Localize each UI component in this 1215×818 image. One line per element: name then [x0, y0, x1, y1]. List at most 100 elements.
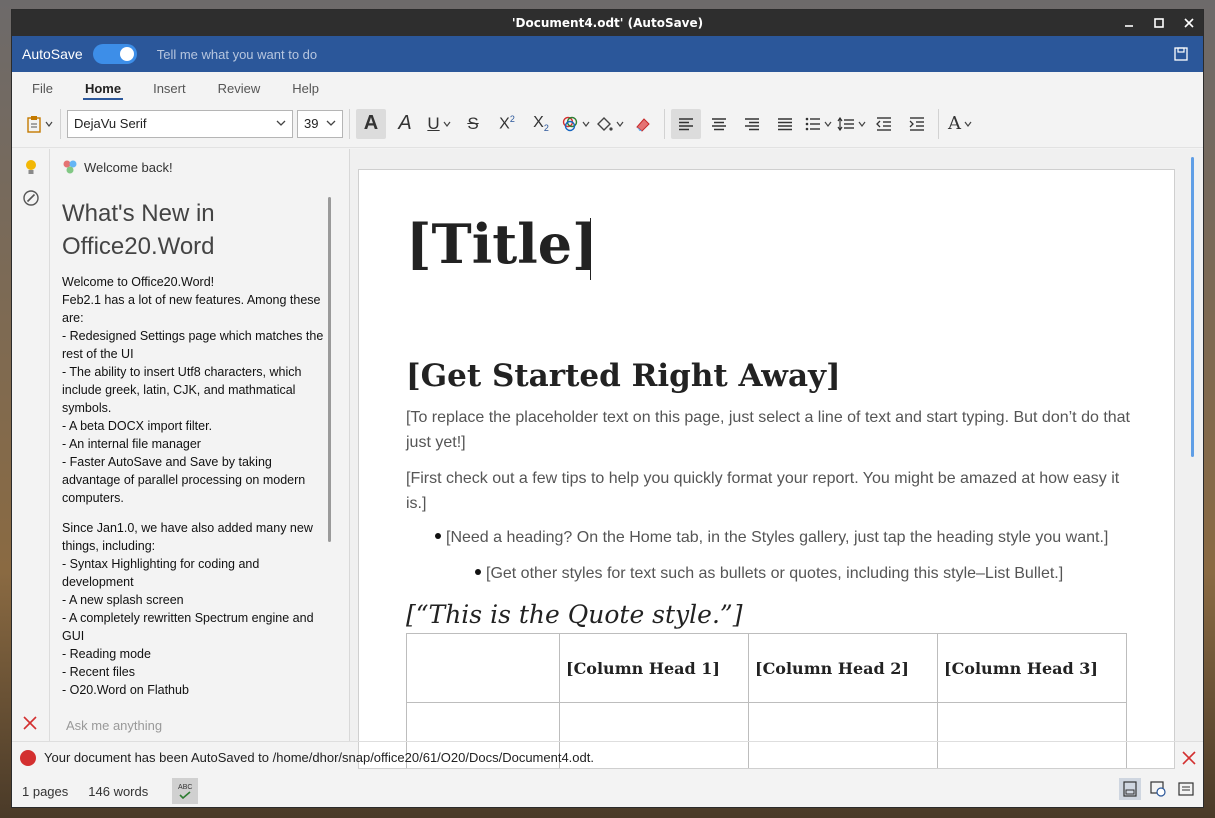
tab-insert[interactable]: Insert	[153, 81, 186, 100]
paste-button[interactable]	[24, 109, 54, 139]
panel-line: - A completely rewritten Spectrum engine…	[62, 611, 314, 643]
styles-button[interactable]: A	[945, 109, 975, 139]
table-cell[interactable]: [Column Head 1]	[559, 633, 749, 703]
line-spacing-button[interactable]	[836, 109, 866, 139]
doc-heading[interactable]: [Get Started Right Away]	[406, 358, 841, 394]
table-cell[interactable]: [Column Head 2]	[748, 633, 938, 703]
bold-button[interactable]: A	[356, 108, 386, 139]
subscript-button[interactable]: X2	[526, 109, 556, 139]
table-cell[interactable]: [Column Head 3]	[937, 633, 1127, 703]
read-mode-view-button[interactable]	[1175, 778, 1197, 800]
panel-content: What's New in Office20.Word Welcome to O…	[62, 197, 324, 697]
panel-line: - The ability to insert Utf8 characters,…	[62, 365, 302, 415]
doc-paragraph-1[interactable]: [To replace the placeholder text on this…	[406, 405, 1136, 455]
bullet-dot	[435, 532, 441, 539]
italic-button[interactable]: A	[390, 109, 420, 139]
window-title: 'Document4.odt' (AutoSave)	[511, 16, 704, 30]
checkmark-icon	[179, 790, 191, 799]
app-logo-icon	[20, 749, 36, 766]
eraser-icon	[636, 117, 650, 132]
minimize-icon[interactable]	[1121, 15, 1137, 31]
close-icon[interactable]	[1181, 15, 1197, 31]
font-size-select[interactable]: 39	[297, 109, 343, 138]
save-icon[interactable]	[1173, 46, 1189, 62]
bullet-list-button[interactable]	[803, 109, 833, 139]
doc-paragraph-2[interactable]: [First check out a few tips to help you …	[406, 466, 1136, 516]
bullet-list-icon	[805, 117, 820, 130]
doc-bullet-1[interactable]: [Need a heading? On the Home tab, in the…	[435, 529, 1108, 547]
spellcheck-button[interactable]: ABC	[172, 778, 199, 804]
doc-bullet-2[interactable]: [Get other styles for text such as bulle…	[475, 565, 1063, 583]
lightbulb-icon[interactable]	[22, 158, 40, 176]
clear-format-button[interactable]	[628, 109, 658, 139]
features-paragraph: Welcome to Office20.Word! Feb2.1 has a l…	[62, 273, 324, 507]
compass-icon[interactable]	[22, 189, 40, 207]
main-area: Welcome back! What's New in Office20.Wor…	[12, 149, 1203, 769]
document-scrollbar[interactable]	[1191, 157, 1194, 457]
app-window: 'Document4.odt' (AutoSave) AutoSave Tell…	[11, 9, 1204, 808]
justify-button[interactable]	[770, 109, 800, 139]
tab-home[interactable]: Home	[82, 81, 124, 100]
tab-file[interactable]: File	[32, 81, 53, 100]
table-row: [Column Head 1] [Column Head 2] [Column …	[406, 633, 1127, 703]
whats-new-panel: Welcome back! What's New in Office20.Wor…	[50, 149, 350, 741]
chevron-down-icon	[824, 121, 831, 127]
panel-line: Welcome to Office20.Word!	[62, 275, 215, 289]
autosave-label: AutoSave	[22, 46, 83, 62]
align-justify-icon	[778, 117, 792, 130]
read-mode-icon	[1178, 782, 1194, 796]
align-center-button[interactable]	[704, 109, 734, 139]
document-page[interactable]: [Title] [Get Started Right Away] [To rep…	[358, 169, 1175, 769]
panel-line: - Syntax Highlighting for coding and dev…	[62, 557, 260, 589]
close-panel-icon[interactable]	[22, 715, 38, 731]
panel-scrollbar[interactable]	[328, 197, 331, 542]
toolbar-divider	[938, 108, 939, 139]
chevron-down-icon	[616, 121, 623, 127]
web-layout-view-button[interactable]	[1147, 778, 1169, 800]
doc-quote[interactable]: [“This is the Quote style.”]	[406, 600, 742, 629]
window-controls	[1121, 10, 1197, 36]
toolbar-divider	[664, 108, 665, 139]
indent-icon	[909, 116, 924, 131]
title-bar: 'Document4.odt' (AutoSave)	[12, 10, 1203, 36]
web-layout-icon	[1150, 781, 1166, 797]
toolbar-divider	[349, 108, 350, 139]
tell-me-input[interactable]: Tell me what you want to do	[157, 47, 317, 62]
chevron-down-icon	[964, 121, 972, 127]
panel-title: What's New in Office20.Word	[62, 200, 215, 260]
ask-input[interactable]: Ask me anything	[66, 718, 162, 733]
tab-review[interactable]: Review	[218, 81, 261, 100]
notification-text: Your document has been AutoSaved to /hom…	[44, 750, 594, 765]
font-size-value: 39	[304, 116, 319, 131]
office-logo-icon	[63, 160, 77, 174]
text-color-button[interactable]	[560, 109, 590, 139]
autosave-notification: Your document has been AutoSaved to /hom…	[12, 741, 1203, 773]
panel-line: - A beta DOCX import filter.	[62, 419, 213, 433]
maximize-icon[interactable]	[1151, 15, 1167, 31]
print-layout-view-button[interactable]	[1119, 778, 1141, 800]
doc-title[interactable]: [Title]	[406, 212, 598, 276]
font-family-select[interactable]: DejaVu Serif	[67, 109, 293, 138]
autosave-toggle[interactable]	[92, 44, 137, 64]
toolbar-divider	[60, 108, 61, 139]
superscript-button[interactable]: X2	[492, 109, 522, 139]
highlight-button[interactable]	[594, 109, 624, 139]
strikethrough-icon: S	[467, 113, 479, 133]
underline-button[interactable]: U	[424, 109, 454, 139]
superscript-icon: X2	[499, 113, 515, 133]
panel-line: - Redesigned Settings page which matches…	[62, 329, 324, 361]
align-left-button[interactable]	[671, 108, 701, 139]
strikethrough-button[interactable]: S	[458, 109, 488, 139]
close-notification-icon[interactable]	[1181, 750, 1197, 766]
panel-line: - Faster AutoSave and Save by taking adv…	[62, 455, 306, 505]
decrease-indent-button[interactable]	[869, 109, 899, 139]
panel-line: Feb2.1 has a lot of new features. Among …	[62, 293, 321, 325]
table-cell[interactable]	[406, 633, 560, 703]
tab-help[interactable]: Help	[292, 81, 319, 100]
word-count: 146 words	[88, 783, 149, 799]
panel-line: Since Jan1.0, we have also added many ne…	[62, 521, 313, 553]
increase-indent-button[interactable]	[902, 109, 932, 139]
bullet-dot	[475, 568, 481, 575]
chevron-down-icon	[582, 121, 589, 127]
align-right-button[interactable]	[737, 109, 767, 139]
